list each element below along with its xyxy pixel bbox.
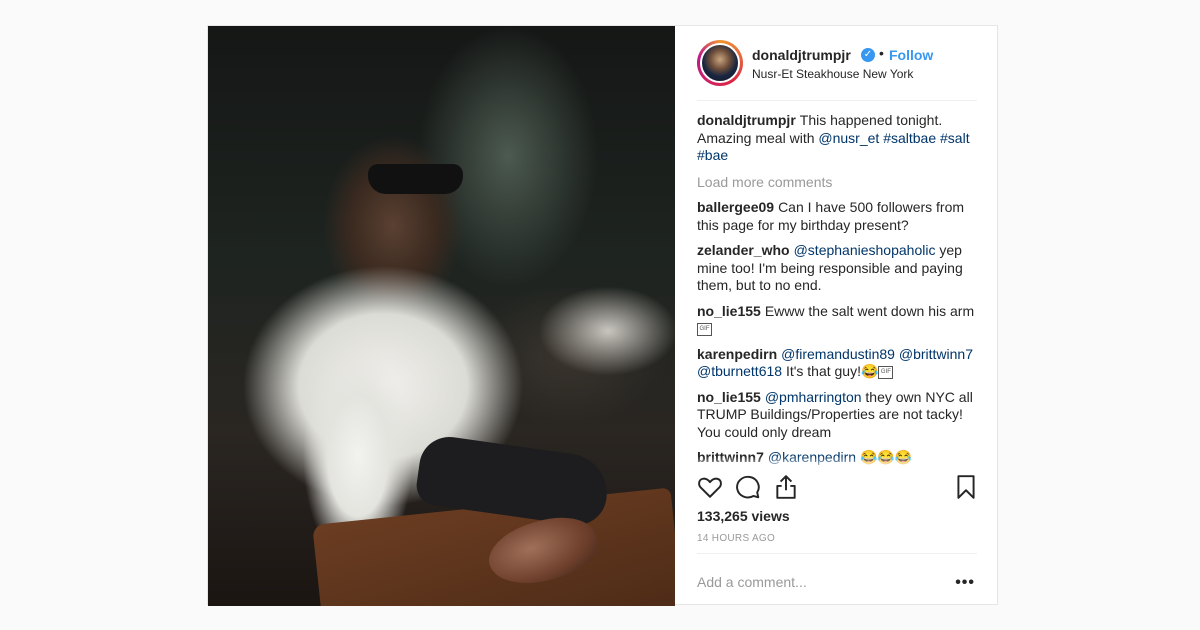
avatar[interactable] (697, 40, 743, 86)
sunglasses (368, 164, 463, 194)
header-username[interactable]: donaldjtrumpjr (752, 47, 851, 63)
post-sidebar: donaldjtrumpjr ✓ • Follow Nusr-Et Steakh… (675, 26, 997, 604)
add-comment-bar: ••• (697, 553, 977, 605)
comment-item: ballergee09 Can I have 500 followers from… (697, 199, 977, 234)
post-timestamp[interactable]: 14 HOURS AGO (697, 533, 775, 544)
instagram-post: donaldjtrumpjr ✓ • Follow Nusr-Et Steakh… (207, 25, 998, 606)
comments-fade (697, 456, 977, 471)
comment-text: It's that guy!😂 (785, 363, 879, 379)
comment-username[interactable]: zelander_who (697, 242, 790, 258)
header-separator: • (879, 45, 884, 61)
post-video[interactable] (208, 26, 675, 606)
views-count[interactable]: 133,265 views (697, 508, 790, 524)
comments-list[interactable]: donaldjtrumpjr This happened tonight. Ama… (697, 112, 977, 469)
comment-mention[interactable]: @pmharrington (765, 389, 862, 405)
verified-icon: ✓ (861, 48, 875, 62)
comment-item: no_lie155 Ewww the salt went down his arm… (697, 303, 977, 338)
comment-username[interactable]: no_lie155 (697, 303, 761, 319)
follow-button[interactable]: Follow (889, 47, 933, 63)
post-caption: donaldjtrumpjr This happened tonight. Ama… (697, 112, 977, 165)
comment-item: zelander_who @stephanieshopaholic yep min… (697, 242, 977, 295)
add-comment-input[interactable] (697, 573, 937, 591)
background-table (538, 286, 675, 376)
comment-username[interactable]: karenpedirn (697, 346, 777, 362)
location-link[interactable]: Nusr-Et Steakhouse New York (752, 67, 913, 81)
avatar-image (700, 43, 740, 83)
comment-username[interactable]: no_lie155 (697, 389, 761, 405)
comment-icon[interactable] (735, 474, 761, 500)
post-header: donaldjtrumpjr ✓ • Follow Nusr-Et Steakh… (697, 38, 977, 101)
comment-item: no_lie155 @pmharrington they own NYC all … (697, 389, 977, 442)
bookmark-icon[interactable] (953, 474, 979, 500)
comment-item: karenpedirn @firemandustin89 @brittwinn7 … (697, 346, 977, 381)
comment-text: Ewww the salt went down his arm (764, 302, 975, 319)
comment-mention[interactable]: @stephanieshopaholic (794, 242, 936, 258)
heart-icon[interactable] (697, 474, 723, 500)
action-bar (697, 474, 977, 504)
comment-username[interactable]: ballergee09 (697, 199, 774, 215)
caption-mention[interactable]: @nusr_et (818, 130, 879, 146)
gif-icon: GIF (878, 365, 894, 379)
more-options-icon[interactable]: ••• (955, 574, 975, 592)
share-icon[interactable] (773, 474, 799, 500)
caption-username[interactable]: donaldjtrumpjr (697, 112, 796, 128)
gif-icon: GIF (697, 322, 712, 336)
load-more-comments-button[interactable]: Load more comments (697, 174, 977, 192)
